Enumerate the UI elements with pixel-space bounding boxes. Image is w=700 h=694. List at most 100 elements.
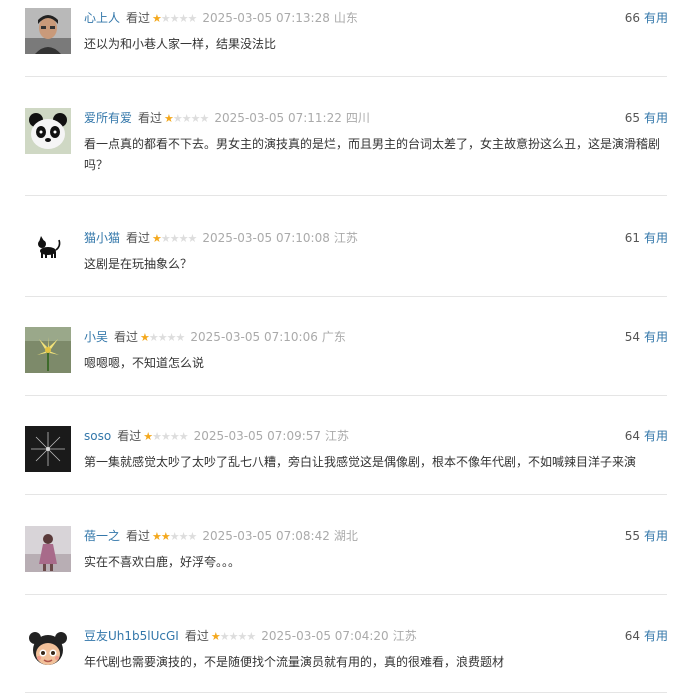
useful-button[interactable]: 有用 [644,231,668,245]
username-link[interactable]: 猫小猫 [84,231,120,245]
useful-button[interactable]: 有用 [644,629,668,643]
comment-meta: 蓓一之 看过 ★★★★★ 2025-03-05 07:08:42 湖北 [84,527,358,546]
star-empty-icon: ★ [169,530,180,543]
comment-text: 第一集就感觉太吵了太吵了乱七八糟，旁白让我感觉这是偶像剧，根本不像年代剧，不如喊… [84,455,637,469]
star-empty-icon: ★ [178,530,189,543]
star-empty-icon: ★ [219,630,230,643]
comment-time: 2025-03-05 07:10:08 [202,231,330,245]
vote-count: 55 [624,529,640,543]
comment-text: 嗯嗯嗯，不知道怎么说 [84,356,205,370]
star-empty-icon: ★ [169,430,180,443]
comment-meta: 猫小猫 看过 ★★★★★ 2025-03-05 07:10:08 江苏 [84,229,358,248]
firework-avatar[interactable] [25,426,71,472]
rating-stars: ★★★★★ [152,10,198,28]
star-filled-icon: ★ [210,630,221,643]
username-link[interactable]: 爱所有爱 [84,111,132,125]
comment-location: 广东 [321,330,346,344]
cartoon-girl-avatar[interactable] [25,626,71,672]
comment-meta: 爱所有爱 看过 ★★★★★ 2025-03-05 07:11:22 四川 [84,109,370,128]
useful-button[interactable]: 有用 [644,11,668,25]
portrait-avatar[interactable] [25,8,71,54]
comment-time: 2025-03-05 07:10:06 [190,330,318,344]
star-empty-icon: ★ [169,232,180,245]
comment-text: 看一点真的都看不下去。男女主的演技真的是烂，而且男主的台词太差了，女主故意扮这么… [84,137,661,172]
star-empty-icon: ★ [178,430,189,443]
useful-button[interactable]: 有用 [644,330,668,344]
comment-text: 还以为和小巷人家一样，结果没法比 [84,37,277,51]
star-empty-icon: ★ [187,530,198,543]
divider [25,195,667,196]
divider [25,395,667,396]
star-empty-icon: ★ [172,112,183,125]
username-link[interactable]: 心上人 [84,11,120,25]
comment-location: 江苏 [392,629,417,643]
star-empty-icon: ★ [157,331,168,344]
star-filled-icon: ★ [152,530,162,543]
comment-meta: soso 看过 ★★★★★ 2025-03-05 07:09:57 江苏 [84,427,349,446]
comment-meta: 小吴 看过 ★★★★★ 2025-03-05 07:10:06 广东 [84,328,346,347]
username-link[interactable]: 豆友Uh1b5lUcGI [84,629,179,643]
vote-area: 64 有用 [625,427,668,445]
star-empty-icon: ★ [246,630,256,643]
rating-stars: ★★★★★ [152,528,198,546]
comment-time: 2025-03-05 07:09:57 [193,429,322,443]
star-empty-icon: ★ [187,12,198,25]
star-empty-icon: ★ [178,232,189,245]
watched-label: 看过 [126,529,151,543]
star-empty-icon: ★ [160,430,171,443]
divider [25,594,667,595]
star-filled-icon: ★ [152,12,162,25]
watched-label: 看过 [138,111,163,125]
star-empty-icon: ★ [187,232,198,245]
comment-time: 2025-03-05 07:11:22 [214,111,342,125]
comment-time: 2025-03-05 07:13:28 [202,11,330,25]
watched-label: 看过 [184,629,209,643]
useful-button[interactable]: 有用 [644,529,668,543]
watched-label: 看过 [126,231,151,245]
watched-label: 看过 [117,429,142,443]
comment-meta: 心上人 看过 ★★★★★ 2025-03-05 07:13:28 山东 [84,9,358,28]
comment-text: 年代剧也需要演技的，不是随便找个流量演员就有用的，真的很难看，浪费题材 [84,655,505,669]
comment-time: 2025-03-05 07:08:42 [202,529,330,543]
divider [25,494,667,495]
vote-count: 66 [624,11,640,25]
username-link[interactable]: 小吴 [84,330,108,344]
vote-area: 66 有用 [625,9,668,27]
comment-text: 这剧是在玩抽象么？ [84,257,193,271]
useful-button[interactable]: 有用 [644,111,668,125]
star-filled-icon: ★ [152,232,162,245]
panda-avatar[interactable] [25,108,71,154]
comment-location: 江苏 [333,231,358,245]
star-empty-icon: ★ [160,232,171,245]
comment-time: 2025-03-05 07:04:20 [261,629,389,643]
star-filled-icon: ★ [160,530,171,543]
comment-list: 心上人 看过 ★★★★★ 2025-03-05 07:13:28 山东 66 有用 还以为… [0,0,700,694]
black-cat-avatar[interactable] [25,228,71,274]
comment-location: 江苏 [325,429,350,443]
vote-count: 61 [624,231,640,245]
star-empty-icon: ★ [181,112,192,125]
comment-location: 湖北 [333,529,358,543]
vote-count: 64 [624,429,640,443]
vote-count: 65 [624,111,640,125]
vote-count: 64 [624,629,640,643]
rating-stars: ★★★★★ [140,329,186,347]
useful-button[interactable]: 有用 [644,429,668,443]
comment-location: 四川 [345,111,370,125]
vote-area: 54 有用 [625,328,668,346]
star-empty-icon: ★ [160,12,171,25]
star-empty-icon: ★ [199,112,210,125]
star-empty-icon: ★ [175,331,186,344]
rating-stars: ★★★★★ [143,428,189,446]
comment-text: 实在不喜欢白鹿，好浮夸。。。 [84,555,241,569]
girl-photo-avatar[interactable] [25,526,71,572]
username-link[interactable]: 蓓一之 [84,529,120,543]
divider [25,692,667,693]
username-link[interactable]: soso [84,429,111,443]
watched-label: 看过 [126,11,151,25]
comment-meta: 豆友Uh1b5lUcGI 看过 ★★★★★ 2025-03-05 07:04:20 江苏 [84,627,417,646]
vote-area: 65 有用 [625,109,668,127]
comment-location: 山东 [333,11,358,25]
lily-flower-avatar[interactable] [25,327,71,373]
star-empty-icon: ★ [166,331,177,344]
